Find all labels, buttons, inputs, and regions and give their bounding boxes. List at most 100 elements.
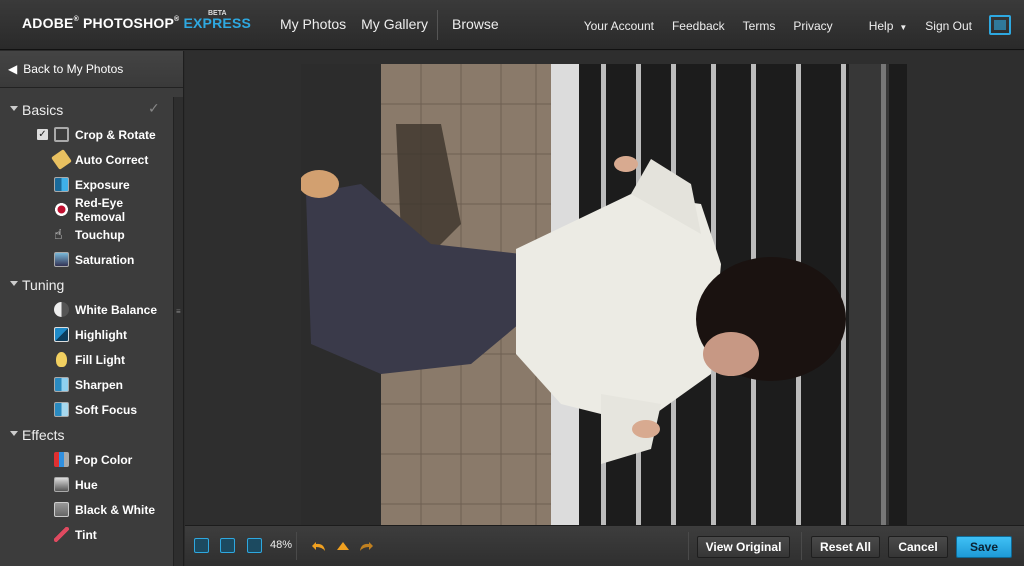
saturation-icon [54, 252, 69, 267]
main-nav: My Photos My Gallery [280, 16, 443, 32]
link-terms[interactable]: Terms [743, 19, 776, 33]
undo-icon[interactable] [311, 539, 327, 553]
app-logo[interactable]: ADOBE® PHOTOSHOP® EXPRESS [22, 15, 251, 31]
back-label: Back to My Photos [23, 62, 124, 76]
back-to-my-photos-button[interactable]: ◀ Back to My Photos [0, 51, 183, 88]
soft-focus-icon [54, 402, 69, 417]
tool-hue[interactable]: Hue [0, 472, 172, 497]
section-basics[interactable]: Basics ✓ [0, 97, 172, 122]
nav-divider [437, 10, 438, 40]
tool-auto-correct[interactable]: Auto Correct [0, 147, 172, 172]
bandage-icon [51, 149, 72, 170]
tool-label: Exposure [75, 177, 130, 192]
logo-express: EXPRESS [183, 15, 252, 31]
tool-tint[interactable]: Tint [0, 522, 172, 547]
tool-fill-light[interactable]: Fill Light [0, 347, 172, 372]
red-eye-icon [54, 202, 69, 217]
tool-label: Soft Focus [75, 402, 137, 417]
section-title: Effects [22, 426, 65, 443]
scrollbar-grip-icon[interactable]: ≡ [176, 307, 181, 316]
tools-panel: ◀ Back to My Photos Basics ✓ ✓ Crop & Ro… [0, 51, 184, 566]
help-label: Help [868, 19, 894, 33]
section-effects[interactable]: Effects [0, 422, 172, 447]
chevron-down-icon: ▼ [899, 23, 908, 32]
hue-icon [54, 477, 69, 492]
applied-checkbox[interactable]: ✓ [37, 129, 48, 140]
save-button[interactable]: Save [956, 536, 1012, 558]
link-your-account[interactable]: Your Account [584, 19, 654, 33]
sign-out-link[interactable]: Sign Out [925, 19, 972, 33]
edited-photo[interactable] [301, 64, 907, 525]
crop-icon [54, 127, 69, 142]
tool-list: Basics ✓ ✓ Crop & Rotate Auto Correct Ex… [0, 97, 172, 547]
help-menu[interactable]: Help ▼ [851, 19, 908, 33]
tool-black-white[interactable]: Black & White [0, 497, 172, 522]
zoom-fit-icon[interactable] [194, 538, 209, 553]
section-tuning[interactable]: Tuning [0, 272, 172, 297]
tool-list-scrollbar[interactable]: ≡ [173, 97, 183, 566]
checkmark-icon: ✓ [148, 100, 160, 116]
highlight-icon [54, 327, 69, 342]
tool-label: Black & White [75, 502, 156, 517]
section-title: Basics [22, 101, 64, 118]
tool-label: Hue [75, 477, 98, 492]
tool-label: Fill Light [75, 352, 125, 367]
reset-all-button[interactable]: Reset All [811, 536, 880, 558]
logo-adobe: ADOBE [22, 15, 74, 31]
tool-sharpen[interactable]: Sharpen [0, 372, 172, 397]
tool-label: White Balance [75, 302, 158, 317]
fullscreen-icon[interactable] [989, 15, 1011, 35]
expand-triangle-icon [10, 281, 18, 286]
nav-my-gallery[interactable]: My Gallery [361, 16, 428, 32]
hand-pointer-icon: ☝ [54, 226, 63, 242]
account-nav: Your Account Feedback Terms Privacy Help… [566, 19, 972, 33]
tool-label: Touchup [75, 227, 125, 242]
photo-image [301, 64, 907, 525]
zoom-in-icon[interactable] [247, 538, 262, 553]
sharpen-icon [54, 377, 69, 392]
tool-pop-color[interactable]: Pop Color [0, 447, 172, 472]
tool-exposure[interactable]: Exposure [0, 172, 172, 197]
toolbar-divider [801, 532, 802, 560]
tool-label: Tint [75, 527, 97, 542]
view-original-button[interactable]: View Original [697, 536, 790, 558]
nav-browse[interactable]: Browse [452, 16, 499, 32]
section-title: Tuning [22, 276, 65, 293]
nav-my-photos[interactable]: My Photos [280, 16, 346, 32]
tool-soft-focus[interactable]: Soft Focus [0, 397, 172, 422]
back-arrow-icon: ◀ [8, 62, 18, 76]
tool-highlight[interactable]: Highlight [0, 322, 172, 347]
tool-crop-rotate[interactable]: ✓ Crop & Rotate [0, 122, 172, 147]
toolbar-divider [688, 532, 689, 560]
pop-color-icon [54, 452, 69, 467]
white-balance-icon [54, 302, 69, 317]
expand-triangle-icon [10, 431, 18, 436]
revert-icon[interactable] [336, 540, 350, 552]
tool-label: Pop Color [75, 452, 133, 467]
tool-white-balance[interactable]: White Balance [0, 297, 172, 322]
lightbulb-icon [56, 352, 67, 367]
tool-label: Auto Correct [75, 152, 149, 167]
zoom-actual-icon[interactable] [220, 538, 235, 553]
exposure-icon [54, 177, 69, 192]
zoom-level: 48% [270, 539, 293, 551]
link-feedback[interactable]: Feedback [672, 19, 725, 33]
tool-label: Sharpen [75, 377, 124, 392]
expand-triangle-icon [10, 106, 18, 111]
cancel-button[interactable]: Cancel [888, 536, 948, 558]
tool-label: Saturation [75, 252, 135, 267]
tool-red-eye-removal[interactable]: Red-Eye Removal [0, 195, 172, 224]
beta-badge: BETA [208, 10, 227, 17]
tool-label: Crop & Rotate [75, 127, 156, 142]
tool-label: Red-Eye Removal [75, 195, 126, 224]
photo-canvas [185, 51, 1024, 525]
top-bar: ADOBE® PHOTOSHOP® EXPRESS BETA My Photos… [0, 0, 1024, 50]
tool-saturation[interactable]: Saturation [0, 247, 172, 272]
tool-touchup[interactable]: ☝ Touchup [0, 222, 172, 247]
tool-label: Highlight [75, 327, 127, 342]
link-privacy[interactable]: Privacy [793, 19, 832, 33]
bottom-toolbar: 48% View Original Reset All Cancel Save [185, 525, 1024, 566]
logo-photoshop: PHOTOSHOP [83, 15, 175, 31]
redo-icon[interactable] [358, 539, 374, 553]
eyedropper-icon [54, 527, 69, 542]
